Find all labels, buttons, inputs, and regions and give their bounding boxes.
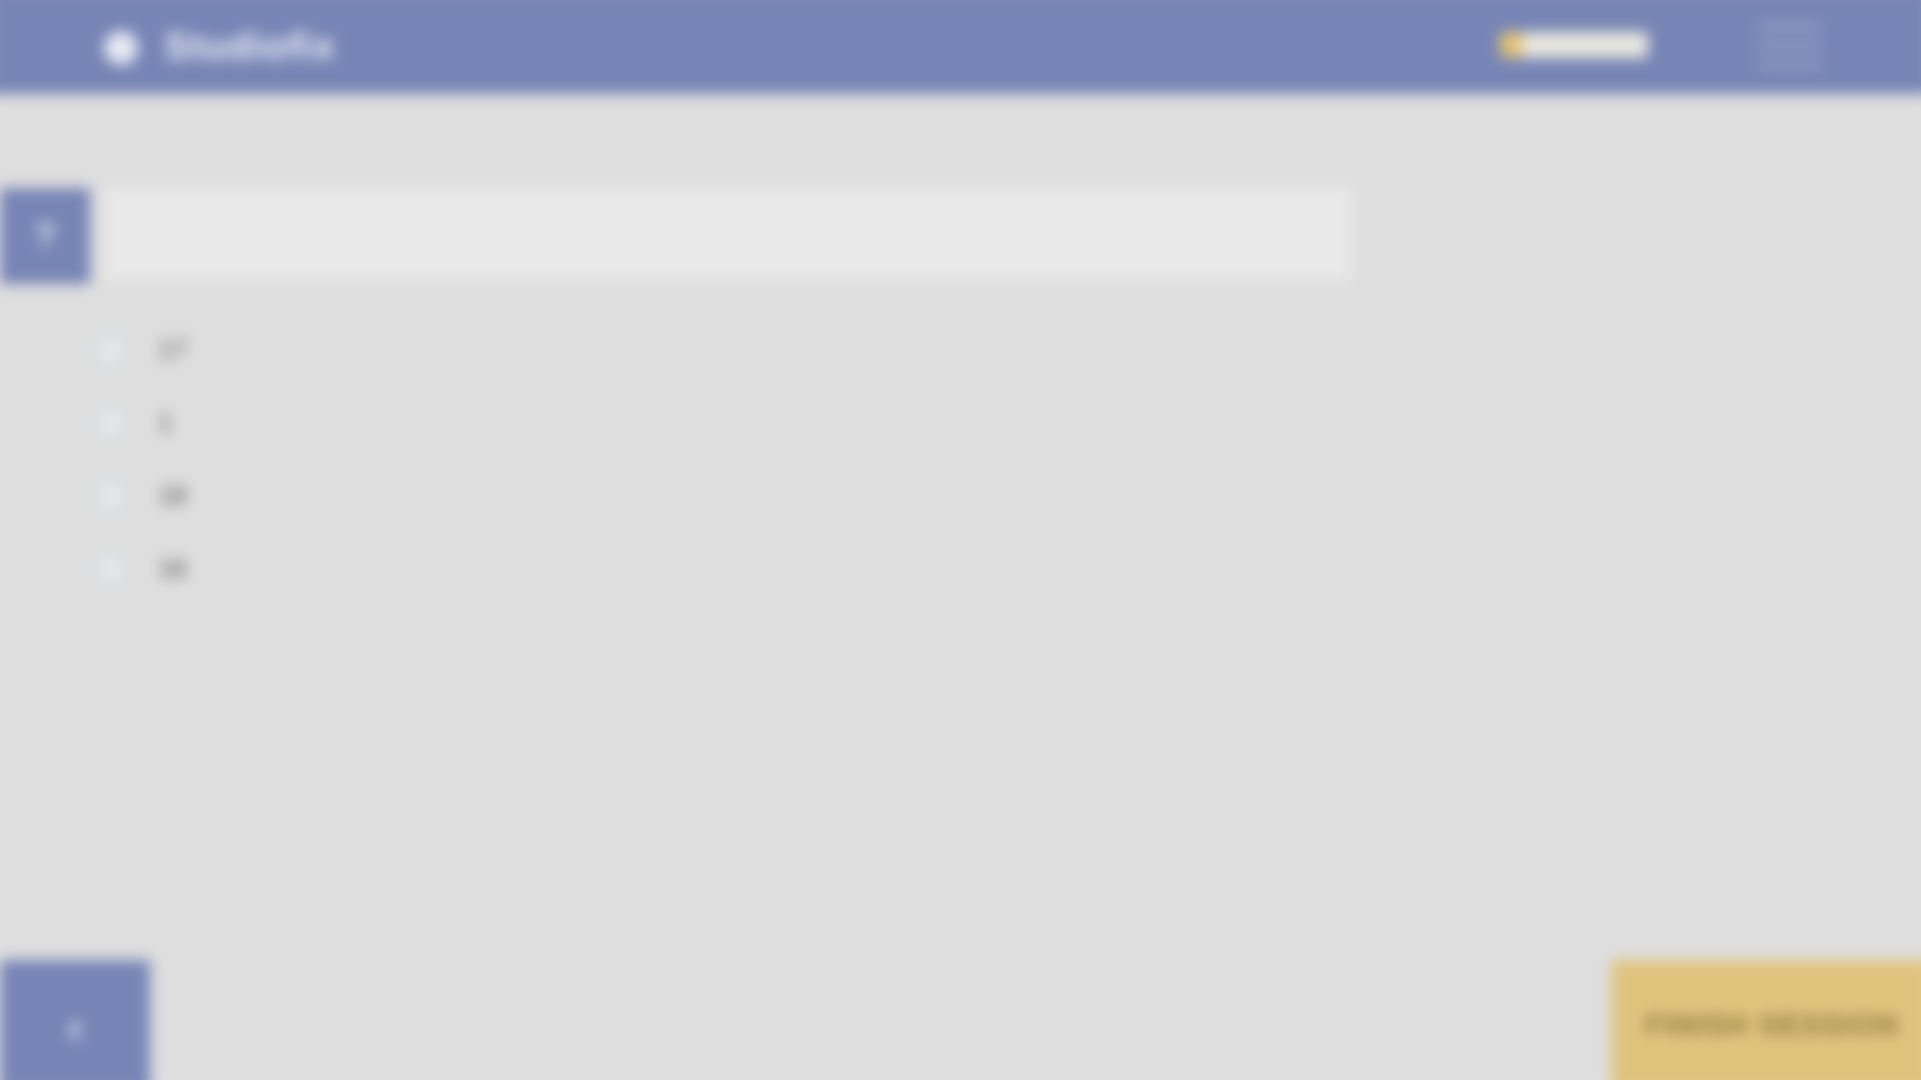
answer-option[interactable]: 1	[92, 386, 187, 459]
question-marker: ?	[0, 188, 90, 284]
answer-list: 17 1 18 16	[92, 313, 187, 605]
answer-radio[interactable]	[92, 550, 128, 587]
answer-option[interactable]: 17	[92, 313, 187, 386]
answer-label: 1	[158, 407, 173, 437]
answer-radio[interactable]	[92, 331, 128, 368]
session-progress-fill	[1500, 32, 1523, 58]
top-navigation-bar: Studiofix	[0, 0, 1921, 94]
answer-radio[interactable]	[92, 477, 128, 514]
answer-option[interactable]: 18	[92, 459, 187, 532]
session-progress-bar	[1500, 32, 1648, 58]
brand[interactable]: Studiofix	[104, 26, 336, 69]
previous-question-button[interactable]: ‹	[0, 960, 150, 1080]
brand-logo-icon	[104, 30, 138, 65]
answer-label: 17	[158, 334, 187, 364]
answer-option[interactable]: 16	[92, 532, 187, 605]
finish-session-button[interactable]: FINISH SESSION	[1611, 960, 1921, 1080]
answer-radio[interactable]	[92, 404, 128, 441]
menu-line	[1758, 24, 1822, 30]
brand-name: Studiofix	[164, 26, 336, 68]
question-box	[104, 188, 1352, 280]
menu-line	[1758, 43, 1822, 49]
screen: Studiofix ? 17 1 18 16 ‹ FINISH SESSION	[0, 0, 1921, 1080]
chevron-left-icon: ‹	[67, 1000, 83, 1052]
answer-label: 18	[158, 480, 187, 510]
answer-label: 16	[158, 553, 187, 583]
quiz-page: Studiofix ? 17 1 18 16 ‹ FINISH SESSION	[0, 0, 1921, 1080]
menu-line	[1758, 62, 1822, 68]
hamburger-menu-icon[interactable]	[1758, 24, 1822, 68]
